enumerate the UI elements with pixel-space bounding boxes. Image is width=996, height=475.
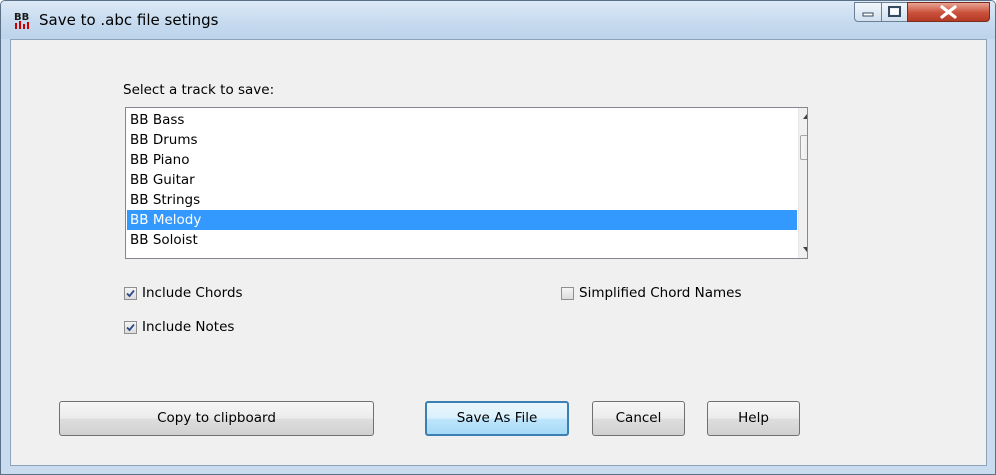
list-item[interactable]: BB Drums <box>127 130 797 150</box>
include-chords-label: Include Chords <box>142 285 243 301</box>
app-icon: BB <box>14 12 29 29</box>
copy-to-clipboard-button[interactable]: Copy to clipboard <box>59 401 374 436</box>
minimize-button[interactable] <box>854 2 882 22</box>
scroll-down-button[interactable] <box>799 241 807 258</box>
track-listbox[interactable]: BB Bass BB Drums BB Piano BB Guitar BB S… <box>125 107 808 259</box>
scroll-up-button[interactable] <box>799 108 807 125</box>
help-button[interactable]: Help <box>707 401 800 436</box>
svg-text:BB: BB <box>14 12 29 23</box>
list-item[interactable]: BB Soloist <box>127 230 797 250</box>
dialog-window: BB Save to .abc file setings Select a tr… <box>0 0 996 475</box>
close-icon <box>940 5 957 19</box>
save-as-file-button[interactable]: Save As File <box>425 401 569 436</box>
include-notes-checkbox[interactable] <box>124 321 137 334</box>
minimize-icon <box>862 12 874 17</box>
close-button[interactable] <box>907 2 990 22</box>
list-item[interactable]: BB Strings <box>127 190 797 210</box>
checkmark-icon <box>126 289 135 298</box>
simplified-chord-names-checkbox[interactable] <box>561 287 574 300</box>
simplified-chord-names-label: Simplified Chord Names <box>579 285 742 301</box>
track-list-label: Select a track to save: <box>123 82 275 98</box>
list-item[interactable]: BB Guitar <box>127 170 797 190</box>
scroll-up-arrow-icon <box>803 114 807 119</box>
scroll-thumb[interactable] <box>800 135 807 160</box>
list-item[interactable]: BB Bass <box>127 110 797 130</box>
include-chords-checkbox[interactable] <box>124 287 137 300</box>
list-item-selected[interactable]: BB Melody <box>127 210 797 230</box>
vertical-scrollbar[interactable] <box>798 108 807 258</box>
cancel-button[interactable]: Cancel <box>592 401 685 436</box>
list-item[interactable]: BB Piano <box>127 150 797 170</box>
maximize-icon <box>888 6 901 17</box>
include-notes-label: Include Notes <box>142 319 235 335</box>
checkmark-icon <box>126 323 135 332</box>
title-bar[interactable]: BB Save to .abc file setings <box>1 1 995 39</box>
maximize-button[interactable] <box>881 2 908 22</box>
window-title: Save to .abc file setings <box>39 11 219 29</box>
dialog-body: Select a track to save: BB Bass BB Drums… <box>10 39 987 466</box>
scroll-down-arrow-icon <box>803 247 807 252</box>
